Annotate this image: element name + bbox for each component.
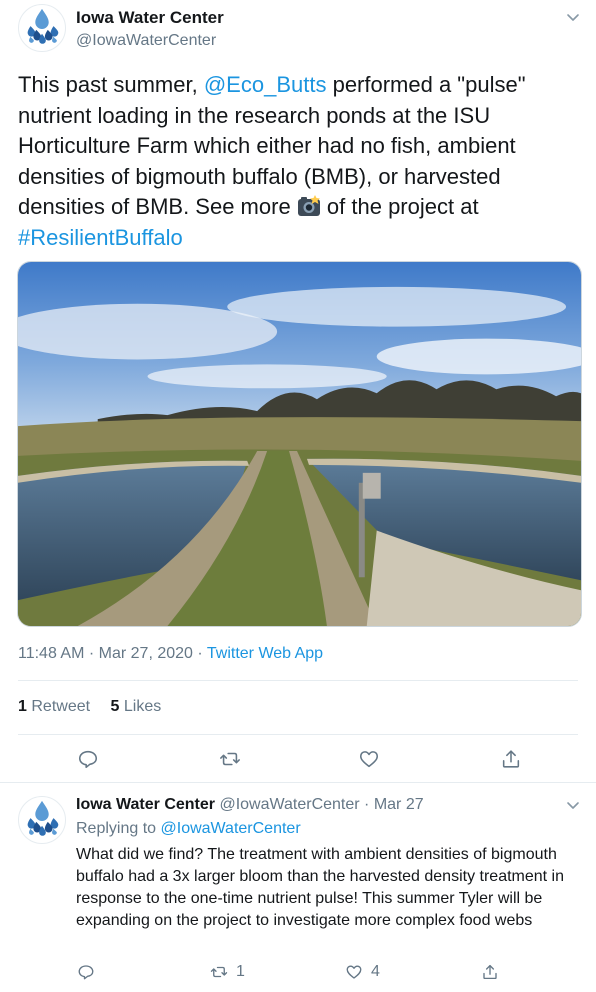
reply-like-count: 4 [371, 963, 380, 980]
meta-separator: · [88, 645, 95, 662]
reply-header: Iowa Water Center @IowaWaterCenter · Mar… [76, 796, 424, 814]
chevron-down-icon[interactable] [564, 796, 582, 814]
reply-reply-button[interactable] [77, 962, 95, 982]
tweet-date[interactable]: Mar 27, 2020 [99, 645, 193, 662]
like-icon [346, 965, 362, 979]
camera-with-flash-icon [297, 195, 321, 217]
reply-author-name[interactable]: Iowa Water Center [76, 796, 215, 813]
reply-like-button[interactable]: 4 [345, 962, 380, 982]
replying-label: Replying to [76, 820, 157, 837]
reply-text: What did we find? The treatment with amb… [76, 846, 565, 929]
hashtag-link[interactable]: #ResilientBuffalo [18, 225, 183, 250]
reply-icon[interactable] [77, 748, 99, 770]
iowa-water-center-logo-icon [27, 800, 59, 836]
reply-retweet-count: 1 [236, 963, 245, 980]
chevron-down-icon[interactable] [564, 8, 582, 26]
mention-link[interactable]: @Eco_Butts [204, 72, 327, 97]
reply-author-handle[interactable]: @IowaWaterCenter [219, 796, 359, 813]
retweet-icon[interactable] [219, 748, 241, 770]
replying-to: Replying to @IowaWaterCenter [76, 820, 301, 838]
reply-date[interactable]: Mar 27 [374, 796, 424, 813]
divider [0, 782, 596, 783]
replying-to-mention[interactable]: @IowaWaterCenter [161, 820, 301, 837]
tweet-text-part: This past summer, [18, 72, 204, 97]
reply-share-button[interactable] [481, 962, 499, 982]
share-icon [483, 964, 497, 980]
divider [18, 734, 578, 735]
divider [18, 680, 578, 681]
author-name[interactable]: Iowa Water Center [76, 8, 224, 28]
author-handle[interactable]: @IowaWaterCenter [76, 32, 216, 50]
tweet-meta: 11:48 AM · Mar 27, 2020 · Twitter Web Ap… [18, 645, 323, 663]
tweet-photo[interactable] [17, 261, 582, 627]
retweet-icon [210, 966, 228, 978]
retweets-stat[interactable]: 1 Retweet [18, 698, 90, 715]
pond-photo-image [18, 262, 581, 626]
tweet-text: This past summer, @Eco_Butts performed a… [18, 70, 584, 253]
engagement-stats: 1 Retweet 5 Likes [18, 698, 161, 716]
iowa-water-center-logo-icon [27, 8, 59, 44]
author-avatar[interactable] [18, 4, 66, 52]
share-icon[interactable] [500, 748, 522, 770]
tweet-source-app[interactable]: Twitter Web App [207, 645, 323, 662]
like-icon[interactable] [358, 748, 380, 770]
tweet-time[interactable]: 11:48 AM [18, 645, 84, 662]
reply-retweet-button[interactable]: 1 [210, 962, 245, 982]
tweet-text-part: of the project at [320, 194, 479, 219]
meta-separator: · [197, 645, 203, 662]
reply-icon [78, 965, 94, 980]
reply-author-avatar[interactable] [18, 796, 66, 844]
likes-stat[interactable]: 5 Likes [111, 698, 162, 715]
meta-separator: · [364, 796, 370, 813]
